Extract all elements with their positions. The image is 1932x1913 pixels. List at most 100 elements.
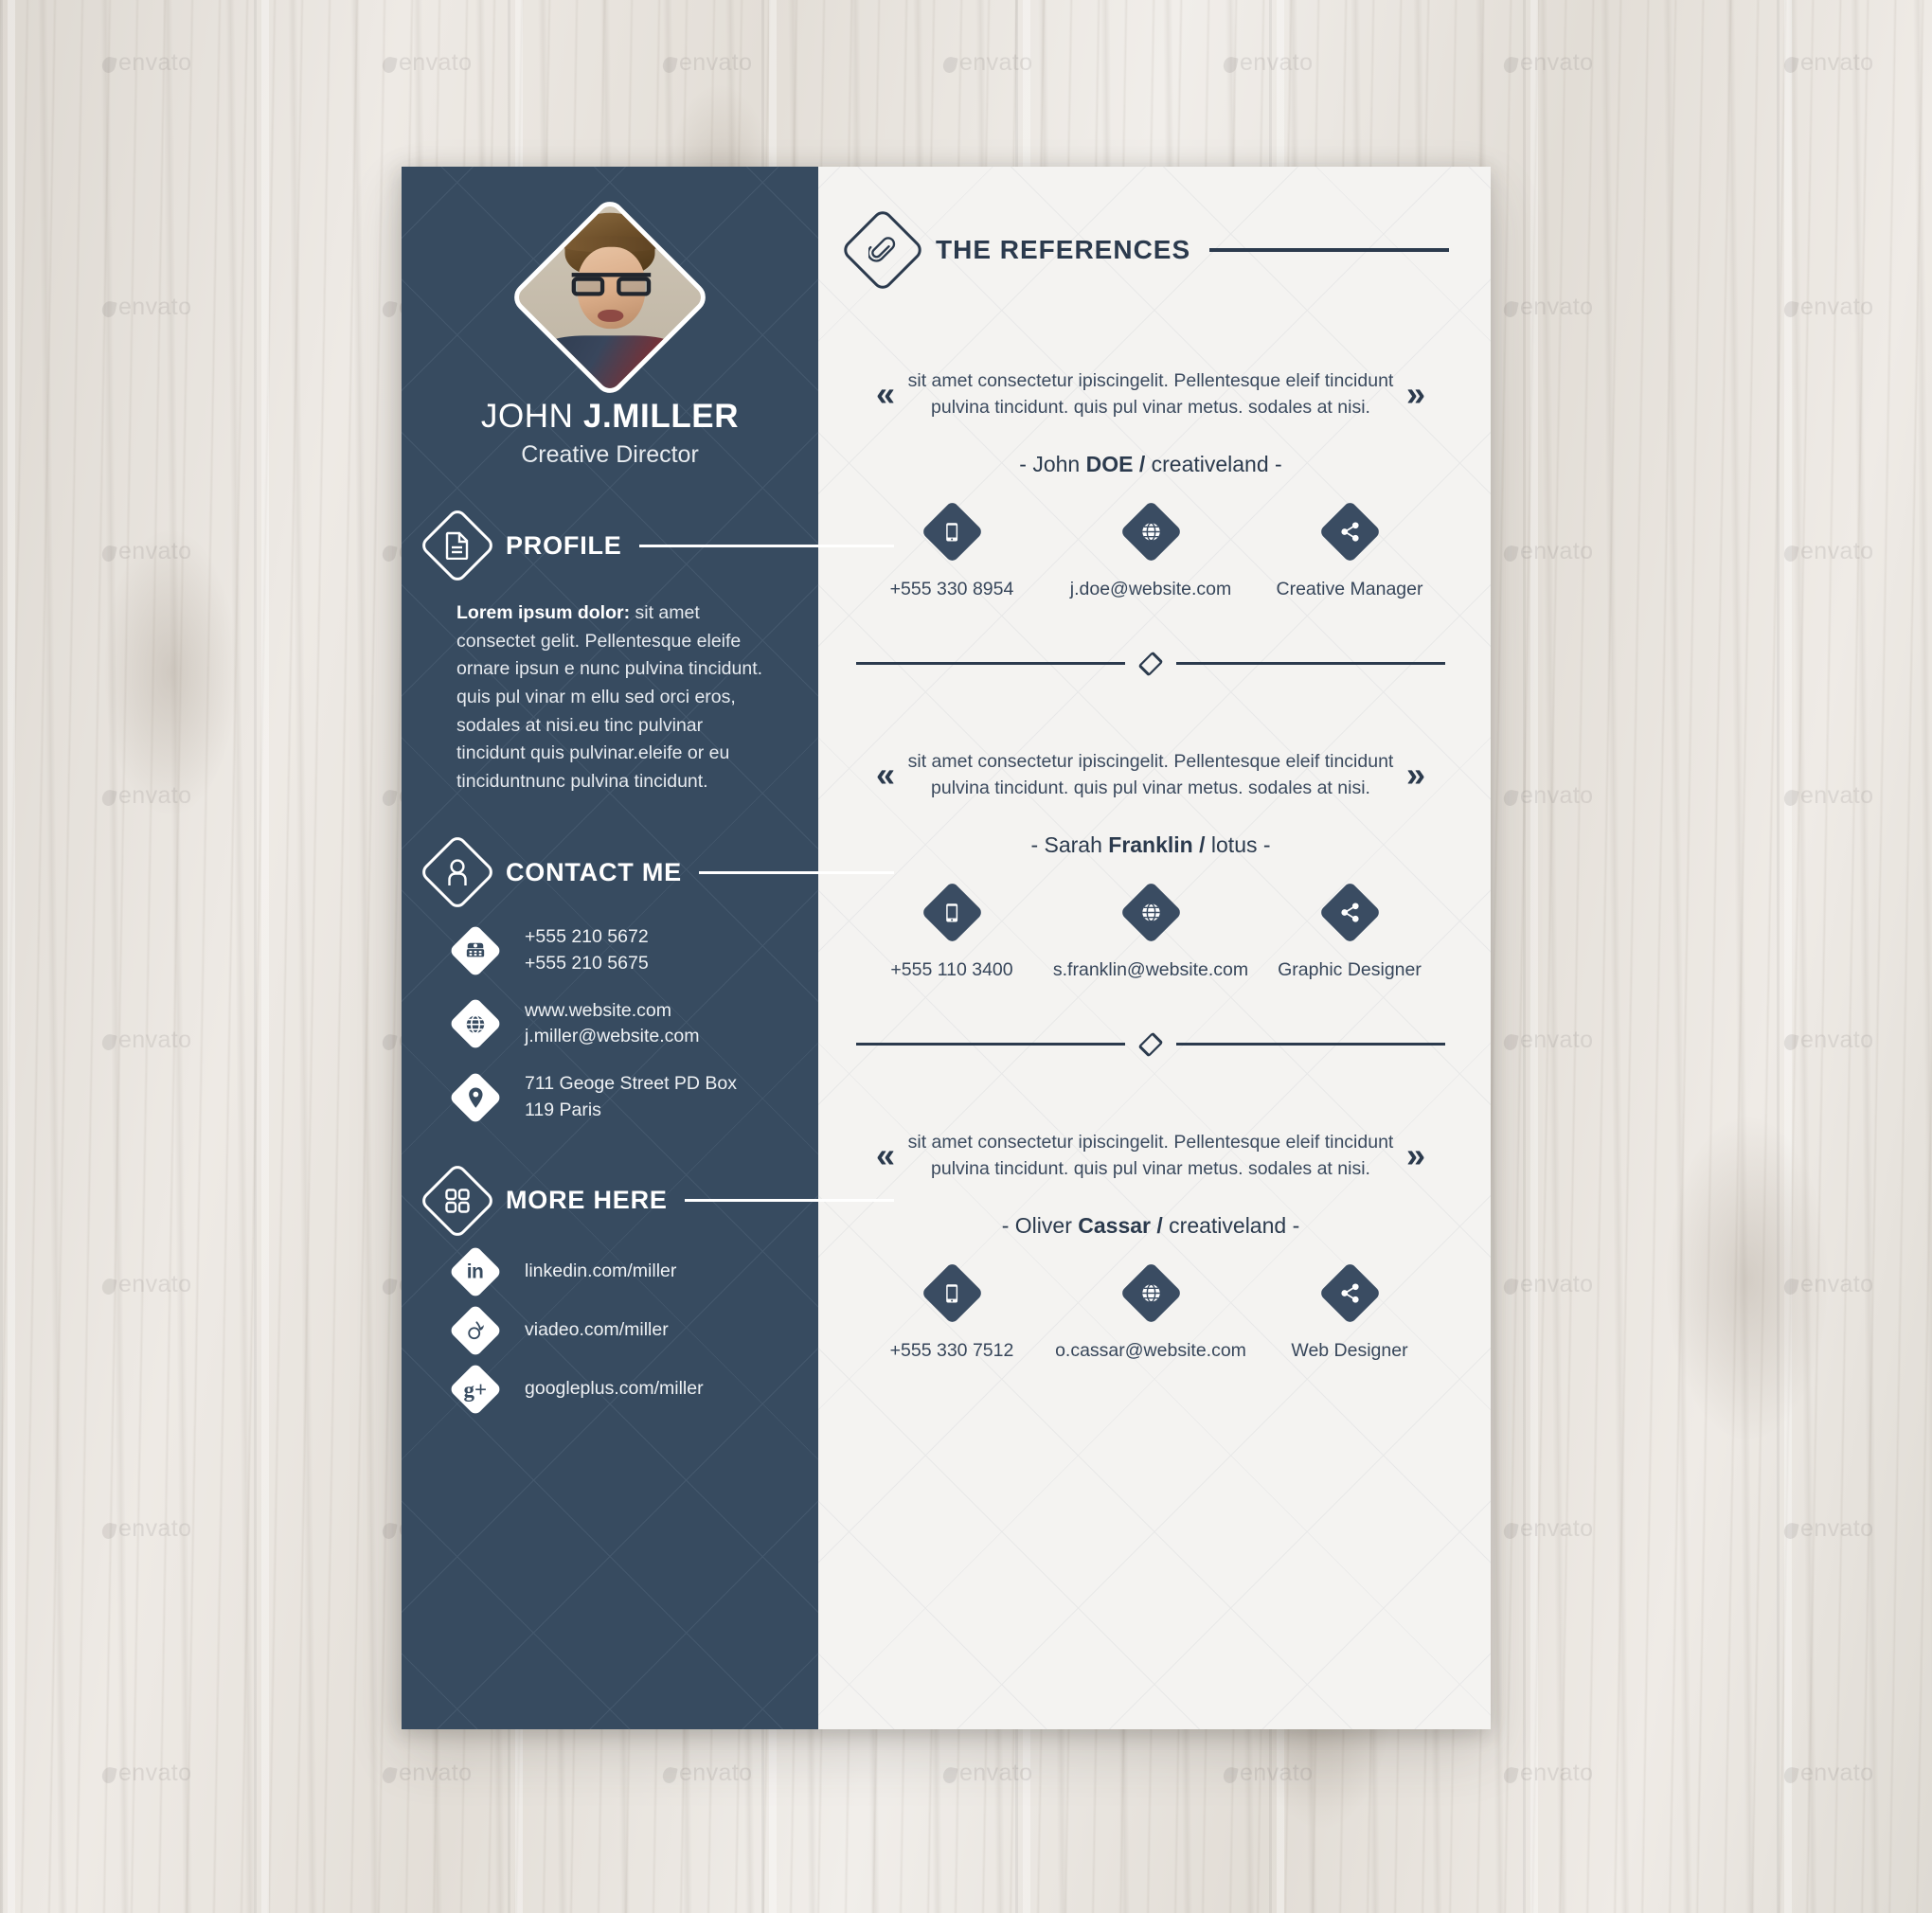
- name-first: JOHN: [480, 398, 574, 435]
- attrib-slash: /: [1156, 1212, 1163, 1238]
- attrib-dash-right: -: [1292, 1212, 1300, 1238]
- section-title-profile: PROFILE: [506, 530, 622, 560]
- divider-line-left: [856, 1043, 1125, 1046]
- references-header: THE REFERENCES: [839, 206, 1449, 294]
- quote-row: « sit amet consectetur ipiscingelit. Pel…: [852, 367, 1449, 421]
- address-line-1: 711 Geoge Street PD Box: [525, 1073, 738, 1095]
- reference-contact-phone[interactable]: +555 330 8954: [852, 500, 1051, 600]
- attrib-company: lotus: [1210, 831, 1258, 857]
- quote-text: sit amet consectetur ipiscingelit. Pelle…: [907, 370, 1394, 419]
- share-icon: [1317, 881, 1382, 944]
- contact-phone-values: +555 210 5672 +555 210 5675: [525, 924, 649, 976]
- contact-row-phone[interactable]: +555 210 5672 +555 210 5675: [448, 923, 818, 978]
- globe-icon: [1118, 881, 1183, 944]
- reference-contact-email[interactable]: j.doe@website.com: [1051, 500, 1250, 600]
- attrib-dash-left: -: [1001, 1212, 1010, 1238]
- reference-block: « sit amet consectetur ipiscingelit. Pel…: [852, 367, 1449, 600]
- address-line-2: 119 Paris: [525, 1099, 601, 1120]
- reference-block: « sit amet consectetur ipiscingelit. Pel…: [852, 1129, 1449, 1362]
- quote-row: « sit amet consectetur ipiscingelit. Pel…: [852, 748, 1449, 802]
- linkedin-icon: in: [448, 1244, 503, 1298]
- divider-diamond-icon: [1137, 1031, 1164, 1058]
- quote-text: sit amet consectetur ipiscingelit. Pelle…: [907, 1131, 1394, 1180]
- attrib-dash-right: -: [1275, 451, 1282, 476]
- quote-close-icon: »: [1406, 374, 1426, 414]
- contact-web-values: www.website.com j.miller@website.com: [525, 998, 700, 1050]
- reference-contact-phone[interactable]: +555 330 7512: [852, 1261, 1051, 1362]
- phone-line-2: +555 210 5675: [525, 953, 649, 974]
- profile-body: sit amet consectet gelit. Pellentesque e…: [456, 602, 763, 792]
- mobile-icon: [920, 500, 984, 563]
- social-row-linkedin[interactable]: in linkedin.com/miller: [448, 1244, 818, 1298]
- contact-row-web[interactable]: www.website.com j.miller@website.com: [448, 997, 818, 1051]
- references-panel: THE REFERENCES « sit amet consectetur ip…: [818, 167, 1491, 1729]
- contact-list: +555 210 5672 +555 210 5675 www.website.…: [448, 923, 818, 1125]
- references-rule: [1209, 248, 1449, 252]
- googleplus-label: googleplus.com/miller: [525, 1377, 704, 1399]
- divider-line-right: [1176, 662, 1445, 666]
- reference-block: « sit amet consectetur ipiscingelit. Pel…: [852, 748, 1449, 981]
- quote-text: sit amet consectetur ipiscingelit. Pelle…: [907, 750, 1394, 799]
- reference-contact-role[interactable]: Creative Manager: [1250, 500, 1449, 600]
- reference-contact-email[interactable]: s.franklin@website.com: [1051, 881, 1250, 981]
- reference-role-label: Web Designer: [1291, 1339, 1408, 1361]
- social-list: in linkedin.com/miller viadeo.com/miller…: [448, 1244, 818, 1416]
- profile-text: Lorem ipsum dolor: sit amet consectet ge…: [456, 599, 769, 796]
- quote-row: « sit amet consectetur ipiscingelit. Pel…: [852, 1129, 1449, 1183]
- name-last: J.MILLER: [582, 398, 740, 435]
- googleplus-icon: g+: [448, 1362, 503, 1416]
- reference-phone-label: +555 330 8954: [889, 578, 1014, 599]
- reference-attribution: - John DOE / creativeland -: [852, 452, 1449, 477]
- attrib-slash: /: [1199, 831, 1206, 857]
- attrib-company: creativeland: [1151, 451, 1269, 476]
- quote-open-icon: «: [875, 374, 895, 414]
- section-title-more: MORE HERE: [506, 1186, 668, 1214]
- reference-email-label: s.franklin@website.com: [1052, 958, 1249, 980]
- reference-contact-phone[interactable]: +555 110 3400: [852, 881, 1051, 981]
- globe-icon: [1118, 1261, 1183, 1325]
- share-icon: [1317, 500, 1382, 563]
- social-row-googleplus[interactable]: g+ googleplus.com/miller: [448, 1362, 818, 1416]
- share-icon: [1317, 1261, 1382, 1325]
- social-row-viadeo[interactable]: viadeo.com/miller: [448, 1303, 818, 1357]
- reference-attribution: - Sarah Franklin / lotus -: [852, 832, 1449, 858]
- viadeo-label: viadeo.com/miller: [525, 1318, 669, 1340]
- reference-contact-email[interactable]: o.cassar@website.com: [1051, 1261, 1250, 1362]
- page-title: JOHN J.MILLER: [402, 398, 818, 436]
- mobile-icon: [920, 881, 984, 944]
- portrait-glasses: [571, 272, 651, 296]
- portrait-photo: [512, 200, 707, 395]
- website-url: www.website.com: [525, 999, 671, 1021]
- attrib-dash-left: -: [1019, 451, 1027, 476]
- attrib-company: creativeland: [1169, 1212, 1287, 1238]
- section-contact: CONTACT ME +555 210 5672 +555 210 5675 w…: [402, 833, 894, 1125]
- contact-row-address[interactable]: 711 Geoge Street PD Box 119 Paris: [448, 1070, 818, 1125]
- section-more: MORE HERE in linkedin.com/miller viadeo.…: [402, 1161, 894, 1416]
- section-divider: [852, 1031, 1449, 1058]
- grid-icon: [418, 1161, 497, 1240]
- attrib-first-name: Sarah: [1044, 831, 1102, 857]
- reference-contact-role[interactable]: Graphic Designer: [1250, 881, 1449, 981]
- portrait-shirt: [532, 335, 688, 395]
- attrib-last-name: Cassar: [1078, 1212, 1151, 1238]
- attrib-first-name: Oliver: [1014, 1212, 1072, 1238]
- reference-contact-role[interactable]: Web Designer: [1250, 1261, 1449, 1362]
- telephone-icon: [448, 923, 503, 978]
- quote-open-icon: «: [875, 755, 895, 795]
- viadeo-icon: [448, 1303, 503, 1357]
- reference-phone-label: +555 110 3400: [890, 958, 1013, 980]
- mobile-icon: [920, 1261, 984, 1325]
- attrib-slash: /: [1138, 451, 1146, 476]
- avatar: [508, 195, 712, 400]
- location-pin-icon: [448, 1070, 503, 1125]
- phone-line-1: +555 210 5672: [525, 926, 649, 948]
- reference-contacts: +555 330 7512 o.cassar@website.com Web D…: [852, 1261, 1449, 1362]
- attrib-dash-right: -: [1262, 831, 1271, 857]
- quote-open-icon: «: [875, 1135, 895, 1175]
- contact-address-values: 711 Geoge Street PD Box 119 Paris: [525, 1071, 737, 1123]
- divider-line-right: [1176, 1043, 1445, 1046]
- job-title: Creative Director: [521, 441, 699, 468]
- globe-icon: [1118, 500, 1183, 563]
- reference-role-label: Creative Manager: [1276, 578, 1423, 599]
- sidebar-panel: JOHN J.MILLER Creative Director PROFILE: [402, 167, 894, 1729]
